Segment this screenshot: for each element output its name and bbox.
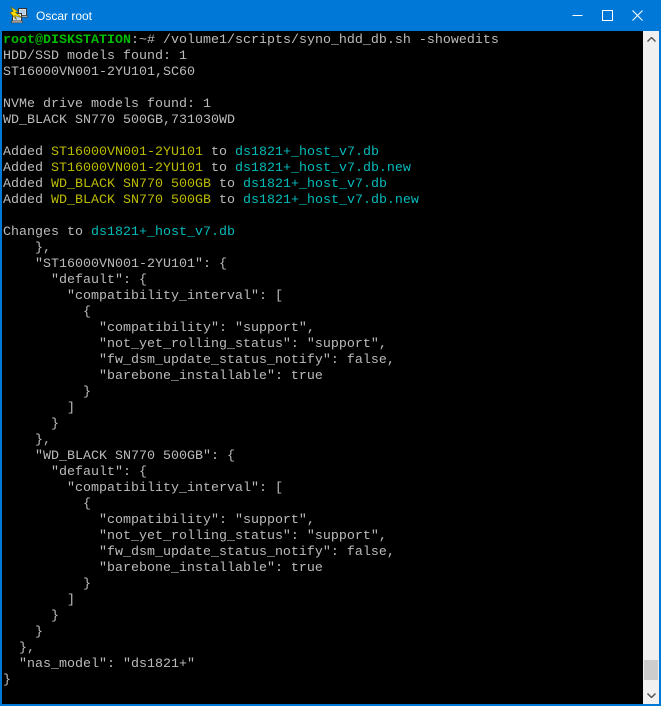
scroll-down-button[interactable] [643,687,659,704]
minimize-icon [572,10,583,21]
terminal-line: { [3,305,499,321]
terminal-line [3,209,499,225]
terminal-line: "default": { [3,273,499,289]
terminal-line: } [3,577,499,593]
terminal-line: "compatibility": "support", [3,321,499,337]
terminal-line: }, [3,241,499,257]
terminal-line: "fw_dsm_update_status_notify": false, [3,545,499,561]
terminal-line [3,81,499,97]
close-button[interactable] [622,0,652,31]
terminal-line: } [3,417,499,433]
terminal-line: ] [3,401,499,417]
scroll-up-button[interactable] [643,31,659,48]
terminal-line: } [3,609,499,625]
close-icon [632,10,643,21]
terminal-line: "compatibility": "support", [3,513,499,529]
terminal-screen[interactable]: root@DISKSTATION:~# /volume1/scripts/syn… [2,31,659,704]
maximize-button[interactable] [592,0,622,31]
terminal-line: "WD_BLACK SN770 500GB": { [3,449,499,465]
window-title: Oscar root [36,9,92,23]
terminal-line: "compatibility_interval": [ [3,289,499,305]
terminal-line: ] [3,593,499,609]
terminal-line: "compatibility_interval": [ [3,481,499,497]
terminal-line: }, [3,433,499,449]
terminal-line [3,129,499,145]
terminal-line: Added ST16000VN001-2YU101 to ds1821+_hos… [3,161,499,177]
terminal-line: "not_yet_rolling_status": "support", [3,337,499,353]
terminal-line: Added WD_BLACK SN770 500GB to ds1821+_ho… [3,193,499,209]
terminal-line: "fw_dsm_update_status_notify": false, [3,353,499,369]
terminal-scrollbar[interactable] [643,31,659,704]
chevron-up-icon [647,37,656,42]
putty-window: Oscar root root@DISKSTATION:~# /vol [0,0,661,706]
terminal-line: } [3,625,499,641]
terminal-line: WD_BLACK SN770 500GB,731030WD [3,113,499,129]
terminal-line: }, [3,641,499,657]
terminal-line: root@DISKSTATION:~# /volume1/scripts/syn… [3,33,499,49]
terminal-line: Changes to ds1821+_host_v7.db [3,225,499,241]
terminal-line: "default": { [3,465,499,481]
terminal-line: Added ST16000VN001-2YU101 to ds1821+_hos… [3,145,499,161]
putty-app-icon[interactable] [9,6,29,26]
maximize-icon [602,10,613,21]
terminal-line: ST16000VN001-2YU101,SC60 [3,65,499,81]
terminal-line: Added WD_BLACK SN770 500GB to ds1821+_ho… [3,177,499,193]
scrollbar-thumb[interactable] [644,660,658,680]
terminal-line: "nas_model": "ds1821+" [3,657,499,673]
terminal-line: } [3,673,499,689]
terminal-line: "barebone_installable": true [3,369,499,385]
titlebar[interactable]: Oscar root [0,0,661,31]
chevron-down-icon [647,693,656,698]
terminal-line: "ST16000VN001-2YU101": { [3,257,499,273]
terminal-line: NVMe drive models found: 1 [3,97,499,113]
caption-buttons [562,0,652,31]
terminal-output: root@DISKSTATION:~# /volume1/scripts/syn… [3,33,499,689]
terminal-line: } [3,385,499,401]
terminal-line: "not_yet_rolling_status": "support", [3,529,499,545]
minimize-button[interactable] [562,0,592,31]
terminal-line: "barebone_installable": true [3,561,499,577]
terminal-line: HDD/SSD models found: 1 [3,49,499,65]
terminal-line: { [3,497,499,513]
